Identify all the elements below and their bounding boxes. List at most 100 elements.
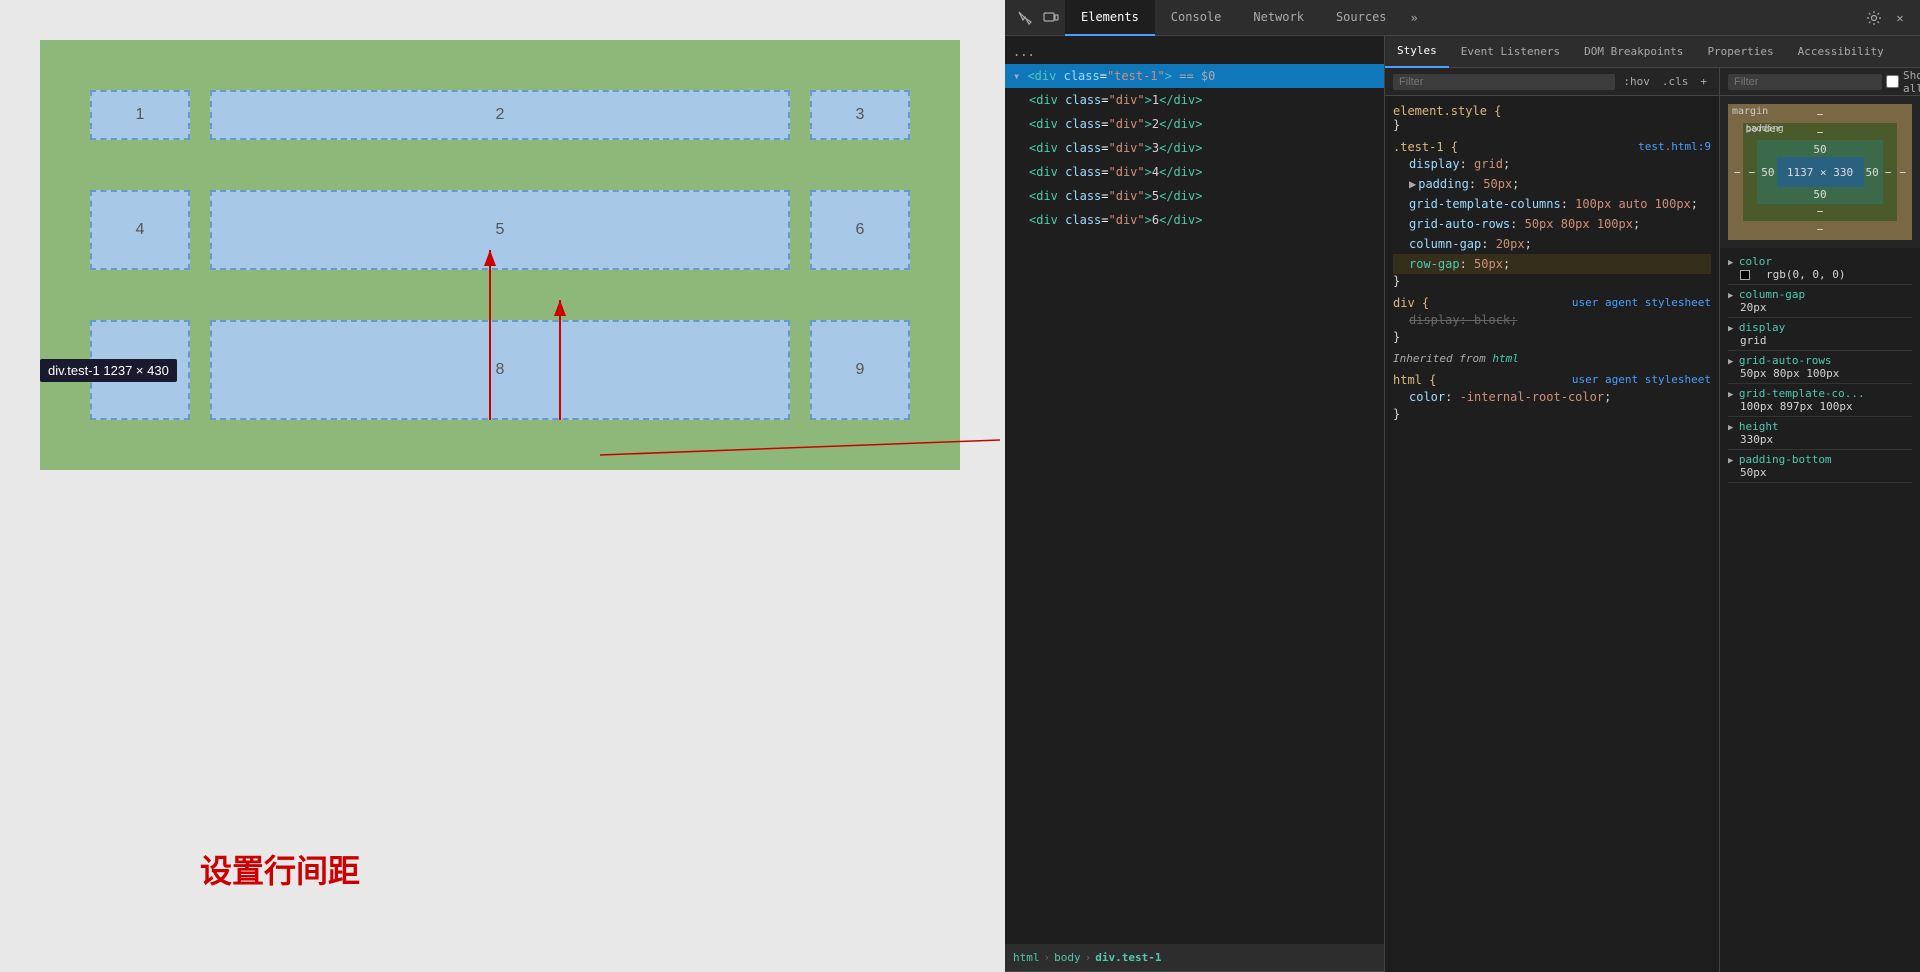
prop-grid-auto-rows: grid-auto-rows: 50px 80px 100px; xyxy=(1393,214,1711,234)
show-all-checkbox[interactable] xyxy=(1886,75,1899,88)
device-toggle-icon[interactable] xyxy=(1039,6,1063,30)
grid-cell-6: 6 xyxy=(810,190,910,270)
tab-network[interactable]: Network xyxy=(1237,0,1320,36)
add-style-button[interactable]: + xyxy=(1696,73,1711,90)
test1-selector[interactable]: .test-1 { xyxy=(1393,140,1458,154)
element-tooltip: div.test-1 1237 × 430 xyxy=(40,359,177,382)
grid-cell-2: 2 xyxy=(210,90,790,140)
computed-prop-height: height 330px xyxy=(1728,417,1912,450)
browser-preview-panel: 1 2 3 4 5 6 7 8 9 div.test-1 1237 × 430 … xyxy=(0,0,1005,972)
grid-demo-container: 1 2 3 4 5 6 7 8 9 xyxy=(40,40,960,470)
tab-accessibility[interactable]: Accessibility xyxy=(1786,36,1896,68)
border-box: border − − 50 50 xyxy=(1743,123,1898,221)
padding-bottom-val: 50 xyxy=(1761,188,1879,201)
content-size: 1137 × 330 xyxy=(1787,166,1853,179)
devtools-tabs: Elements Console Network Sources » xyxy=(1065,0,1860,36)
styles-section: :hov .cls + element.style { } xyxy=(1385,68,1720,972)
prop-grid-template-columns: grid-template-columns: 100px auto 100px; xyxy=(1393,194,1711,214)
dom-ellipsis[interactable]: ... xyxy=(1005,40,1384,64)
dom-tree-panel: ... ▾ <div class="test-1"> == $0 <div cl… xyxy=(1005,36,1385,972)
tab-styles[interactable]: Styles xyxy=(1385,36,1449,68)
element-style-rule: element.style { } xyxy=(1385,100,1719,136)
prop-column-gap: column-gap: 20px; xyxy=(1393,234,1711,254)
grid-cell-5: 5 xyxy=(210,190,790,270)
tab-elements[interactable]: Elements xyxy=(1065,0,1155,36)
tab-event-listeners[interactable]: Event Listeners xyxy=(1449,36,1572,68)
padding-left: 50 xyxy=(1761,166,1774,179)
color-swatch xyxy=(1740,270,1750,280)
div-source: user agent stylesheet xyxy=(1572,296,1711,309)
pseudo-filter-button[interactable]: :hov xyxy=(1619,73,1654,90)
computed-prop-column-gap: column-gap 20px xyxy=(1728,285,1912,318)
grid-inner: 1 2 3 4 5 6 7 8 9 xyxy=(90,90,910,420)
dom-breadcrumb: html › body › div.test-1 xyxy=(1005,944,1384,972)
breadcrumb-active[interactable]: div.test-1 xyxy=(1095,951,1161,964)
annotation-text: 设置行间距 xyxy=(200,853,360,889)
dom-child-3[interactable]: <div class="div">3</div> xyxy=(1021,136,1384,160)
cls-filter-button[interactable]: .cls xyxy=(1658,73,1693,90)
prop-padding: ▶padding: 50px; xyxy=(1393,174,1711,194)
div-user-agent-rule: div { user agent stylesheet display: blo… xyxy=(1385,292,1719,348)
grid-cell-3: 3 xyxy=(810,90,910,140)
breadcrumb-html[interactable]: html xyxy=(1013,951,1040,964)
computed-filter-bar: Show all xyxy=(1720,68,1920,96)
styles-tabs-bar: Styles Event Listeners DOM Breakpoints P… xyxy=(1385,36,1920,68)
tab-console[interactable]: Console xyxy=(1155,0,1238,36)
margin-box: margin − − border − − xyxy=(1728,104,1912,240)
html-source: user agent stylesheet xyxy=(1572,373,1711,386)
padding-right: 50 xyxy=(1866,166,1879,179)
div-selector: div { xyxy=(1393,296,1429,310)
padding-box: 50 50 1137 × 330 xyxy=(1757,140,1883,204)
right-devtools-top: :hov .cls + element.style { } xyxy=(1385,68,1920,972)
computed-props-list: color rgb(0, 0, 0) column-gap 20px xyxy=(1720,248,1920,972)
computed-prop-display: display grid xyxy=(1728,318,1912,351)
grid-cell-8: 8 xyxy=(210,320,790,420)
annotation-area: 设置行间距 xyxy=(200,846,360,892)
dom-child-1[interactable]: <div class="div">1</div> xyxy=(1021,88,1384,112)
grid-cell-9: 9 xyxy=(810,320,910,420)
test-1-rule: .test-1 { test.html:9 display: grid; ▶pa… xyxy=(1385,136,1719,292)
grid-cell-1: 1 xyxy=(90,90,190,140)
tab-properties[interactable]: Properties xyxy=(1695,36,1785,68)
inspect-element-icon[interactable] xyxy=(1013,6,1037,30)
box-model-visual: margin − − border − − xyxy=(1720,96,1920,248)
styles-filter-input[interactable] xyxy=(1393,74,1615,90)
show-all-label: Show all xyxy=(1886,69,1920,95)
prop-display: display: grid; xyxy=(1393,154,1711,174)
prop-row-gap[interactable]: row-gap: 50px; xyxy=(1393,254,1711,274)
html-selector: html { xyxy=(1393,373,1436,387)
dom-selected-line[interactable]: ▾ <div class="test-1"> == $0 xyxy=(1005,64,1384,88)
computed-filter-input[interactable] xyxy=(1728,74,1882,90)
computed-prop-padding-bottom: padding-bottom 50px xyxy=(1728,450,1912,483)
content-box: 1137 × 330 xyxy=(1777,157,1864,187)
dom-child-6[interactable]: <div class="div">6</div> xyxy=(1021,208,1384,232)
devtools-panel: Elements Console Network Sources » ✕ xyxy=(1005,0,1920,972)
dom-child-5[interactable]: <div class="div">5</div> xyxy=(1021,184,1384,208)
devtools-content-area: ... ▾ <div class="test-1"> == $0 <div cl… xyxy=(1005,36,1920,972)
right-devtools: Styles Event Listeners DOM Breakpoints P… xyxy=(1385,36,1920,972)
prop-display-block: display: block; xyxy=(1393,310,1711,330)
padding-top: 50 xyxy=(1761,143,1879,156)
box-model-computed-section: Show all margin − − xyxy=(1720,68,1920,972)
dom-tree: ... ▾ <div class="test-1"> == $0 <div cl… xyxy=(1005,36,1384,944)
html-rule: html { user agent stylesheet color: -int… xyxy=(1385,369,1719,425)
computed-prop-grid-template: grid-template-co... 100px 897px 100px xyxy=(1728,384,1912,417)
devtools-settings-icon[interactable] xyxy=(1862,6,1886,30)
element-style-selector: element.style { xyxy=(1393,104,1501,118)
tab-sources[interactable]: Sources xyxy=(1320,0,1403,36)
devtools-close-button[interactable]: ✕ xyxy=(1888,6,1912,30)
dom-child-2[interactable]: <div class="div">2</div> xyxy=(1021,112,1384,136)
dom-child-4[interactable]: <div class="div">4</div> xyxy=(1021,160,1384,184)
breadcrumb-body[interactable]: body xyxy=(1054,951,1081,964)
tab-dom-breakpoints[interactable]: DOM Breakpoints xyxy=(1572,36,1695,68)
styles-content: element.style { } .test-1 { test.html:9 xyxy=(1385,96,1719,972)
styles-filter-bar: :hov .cls + xyxy=(1385,68,1719,96)
computed-prop-grid-auto-rows: grid-auto-rows 50px 80px 100px xyxy=(1728,351,1912,384)
computed-prop-color: color rgb(0, 0, 0) xyxy=(1728,252,1912,285)
inherited-from-label: Inherited from html xyxy=(1385,348,1719,369)
test1-source[interactable]: test.html:9 xyxy=(1638,140,1711,153)
devtools-toolbar: Elements Console Network Sources » ✕ xyxy=(1005,0,1920,36)
grid-cell-4: 4 xyxy=(90,190,190,270)
more-tabs-button[interactable]: » xyxy=(1403,0,1426,36)
prop-color: color: -internal-root-color; xyxy=(1393,387,1711,407)
